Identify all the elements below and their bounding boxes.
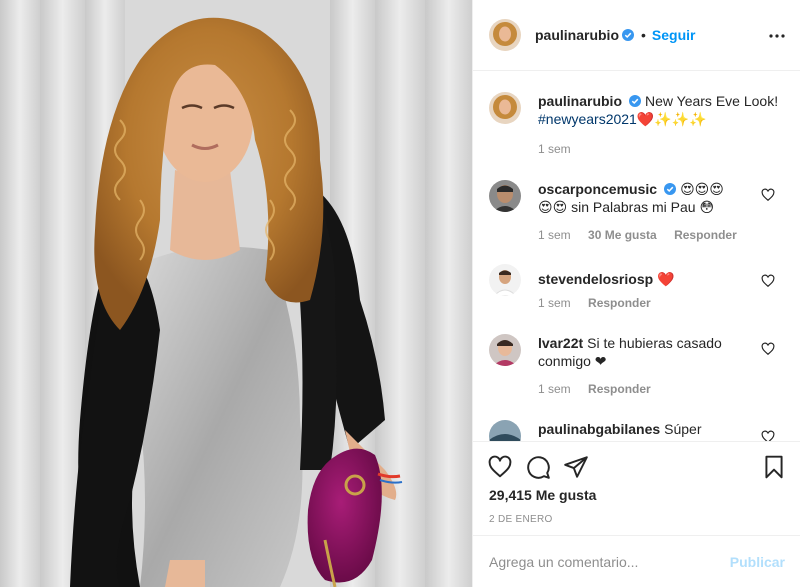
author-username[interactable]: paulinarubio xyxy=(535,27,619,43)
author-avatar[interactable] xyxy=(489,19,521,51)
comment-body: paulinabgabilanes Súper xyxy=(538,420,758,438)
caption-meta: 1 sem xyxy=(538,142,585,156)
caption-text: New Years Eve Look! xyxy=(645,93,779,109)
comment-icon[interactable] xyxy=(525,454,551,480)
caption-username[interactable]: paulinarubio xyxy=(538,93,622,109)
comment-time[interactable]: 1 sem xyxy=(538,228,571,242)
add-comment-input[interactable] xyxy=(489,550,719,574)
commenter-avatar[interactable] xyxy=(489,334,521,366)
comment-body: stevendelosriosp ❤️ xyxy=(538,270,758,288)
comment-username[interactable]: stevendelosriosp xyxy=(538,271,653,287)
publish-button[interactable]: Publicar xyxy=(730,554,785,570)
instagram-post: paulinarubio • Seguir paulinarubio New Y… xyxy=(0,0,800,587)
comment-like-heart-icon[interactable] xyxy=(761,274,775,288)
bookmark-icon[interactable] xyxy=(761,454,787,480)
comment-like-heart-icon[interactable] xyxy=(761,430,775,441)
commenter-avatar-image xyxy=(489,334,521,366)
verified-badge-icon xyxy=(622,29,634,41)
comment-username[interactable]: paulinabgabilanes xyxy=(538,421,660,437)
comment-body: lvar22t Si te hubieras casado conmigo ❤ xyxy=(538,334,758,370)
comment-meta: 1 sem 30 Me gusta Responder xyxy=(538,228,751,242)
reply-button[interactable]: Responder xyxy=(588,382,651,396)
comment-body: oscarponcemusic 😍😍😍 😍😍 sin Palabras mi Pa… xyxy=(538,180,758,216)
follow-button[interactable]: Seguir xyxy=(652,27,696,43)
add-comment-bar: Publicar xyxy=(473,535,800,587)
comment-meta: 1 sem Responder xyxy=(538,296,665,310)
caption-emoji: ❤️✨✨✨ xyxy=(636,111,707,127)
caption-body: paulinarubio New Years Eve Look! #newyear… xyxy=(538,92,783,128)
likes-count[interactable]: 29,415 Me gusta xyxy=(489,487,596,503)
post-photo[interactable] xyxy=(0,0,472,587)
comment-text: Súper xyxy=(664,421,702,437)
commenter-avatar[interactable] xyxy=(489,264,521,296)
comment-username[interactable]: lvar22t xyxy=(538,335,583,351)
caption-hashtag[interactable]: #newyears2021 xyxy=(538,111,637,127)
comment-text: ❤️ xyxy=(657,271,675,287)
post-actions: 29,415 Me gusta 2 DE ENERO xyxy=(473,441,800,535)
caption-avatar-image xyxy=(489,92,521,124)
post-side-panel: paulinarubio • Seguir paulinarubio New Y… xyxy=(472,0,800,587)
comment-meta: 1 sem Responder xyxy=(538,382,665,396)
comments-list[interactable]: paulinarubio New Years Eve Look! #newyear… xyxy=(473,72,800,441)
more-options-icon[interactable] xyxy=(767,26,787,46)
commenter-avatar[interactable] xyxy=(489,420,521,441)
post-photo-illustration xyxy=(0,0,472,587)
commenter-avatar-image xyxy=(489,180,521,212)
author-avatar-image xyxy=(489,19,521,51)
post-date[interactable]: 2 DE ENERO xyxy=(489,514,553,525)
send-icon[interactable] xyxy=(563,454,589,480)
comment-likes[interactable]: 30 Me gusta xyxy=(588,228,657,242)
caption-avatar[interactable] xyxy=(489,92,521,124)
commenter-avatar[interactable] xyxy=(489,180,521,212)
commenter-avatar-image xyxy=(489,264,521,296)
caption-time[interactable]: 1 sem xyxy=(538,142,571,156)
separator-dot: • xyxy=(641,27,646,43)
post-header: paulinarubio • Seguir xyxy=(473,0,800,71)
reply-button[interactable]: Responder xyxy=(674,228,737,242)
comment-text: 😍😍😍 xyxy=(680,181,724,197)
commenter-avatar-image xyxy=(489,420,521,441)
heart-icon[interactable] xyxy=(487,454,513,480)
verified-badge-icon xyxy=(664,183,677,195)
reply-button[interactable]: Responder xyxy=(588,296,651,310)
comment-time[interactable]: 1 sem xyxy=(538,296,571,310)
verified-badge-icon xyxy=(629,95,641,107)
comment-username[interactable]: oscarponcemusic xyxy=(538,181,657,197)
comment-like-heart-icon[interactable] xyxy=(761,188,775,202)
comment-text-continued: 😍😍 sin Palabras mi Pau 😳 xyxy=(538,199,715,215)
comment-time[interactable]: 1 sem xyxy=(538,382,571,396)
comment-like-heart-icon[interactable] xyxy=(761,342,775,356)
